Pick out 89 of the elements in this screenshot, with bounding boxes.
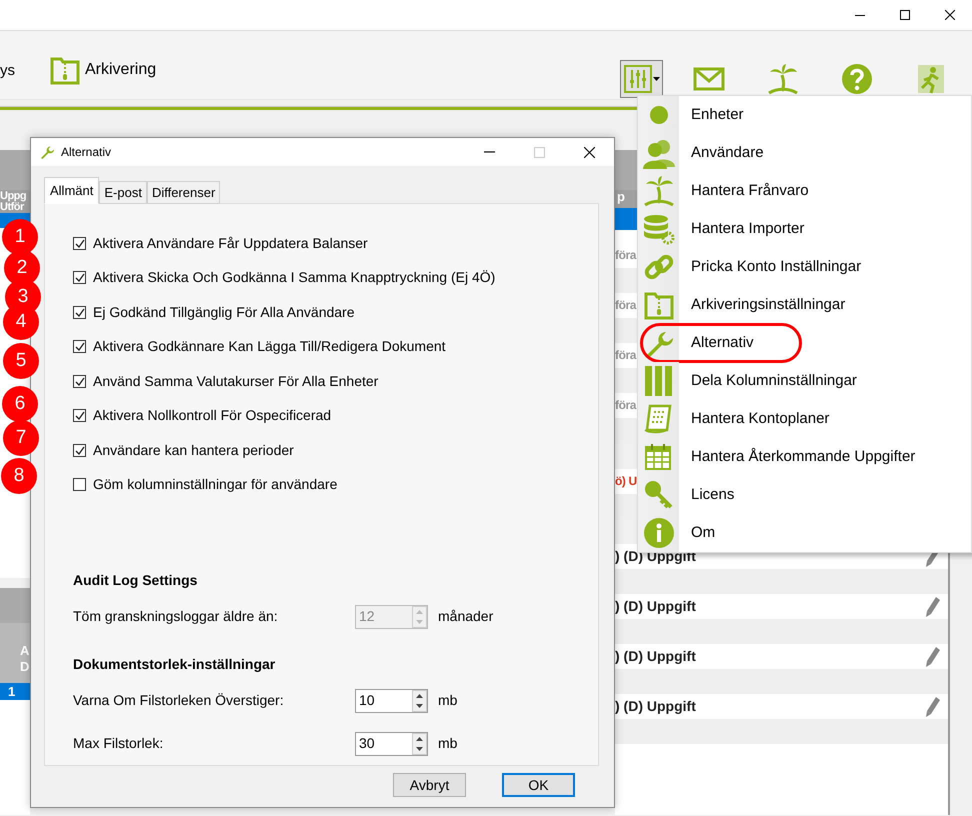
checkbox-label: Aktivera Användare Får Uppdatera Balanser: [93, 234, 368, 253]
field-label: Töm granskningsloggar äldre än:: [73, 607, 279, 626]
exit-icon: [915, 63, 947, 95]
dialog-button[interactable]: OK: [502, 773, 575, 797]
checkbox-label: Aktivera Skicka Och Godkänna I Samma Knapptryckning (Ej 4Ö): [93, 268, 496, 288]
spin-arrows-icon[interactable]: [412, 732, 427, 754]
checkbox[interactable]: [73, 374, 86, 388]
check-icon: [74, 376, 84, 386]
section-heading: Dokumentstorlek-inställningar: [73, 655, 276, 674]
checkbox-label: Använd Samma Valutakurser För Alla Enheter: [93, 372, 378, 391]
menu-item[interactable]: Hantera Importer: [638, 210, 971, 248]
palm-tree-icon: [642, 175, 674, 207]
menu-item[interactable]: Användare: [638, 134, 971, 172]
checkbox[interactable]: [73, 444, 86, 457]
document-list-icon: [642, 403, 674, 435]
info-icon: [642, 517, 674, 549]
table-cell-text: föra: [615, 347, 636, 364]
spin-arrows-icon[interactable]: [412, 690, 427, 712]
sliders-icon: [623, 64, 653, 94]
menu-item[interactable]: Hantera Frånvaro: [638, 172, 971, 210]
check-icon: [74, 446, 84, 455]
checkbox[interactable]: [73, 236, 86, 250]
settings-dropdown-button[interactable]: [620, 60, 663, 98]
check-icon: [74, 308, 84, 317]
columns-icon: [642, 365, 674, 397]
menu-item[interactable]: Arkiveringsinställningar: [638, 286, 971, 324]
unit-label: mb: [437, 734, 458, 753]
number-field[interactable]: 30: [355, 732, 428, 756]
edit-button[interactable]: [926, 644, 940, 669]
check-icon: [74, 342, 84, 352]
table-cell-text: ) (D) Uppgift: [615, 597, 696, 616]
panel-header: [0, 150, 30, 190]
caret-icon: [653, 77, 660, 81]
table-cell-text: föra: [615, 397, 636, 414]
menu-item[interactable]: Licens: [638, 476, 971, 514]
tab[interactable]: Differenser: [146, 180, 220, 204]
menu-item[interactable]: Alternativ: [638, 324, 971, 362]
field-label: Max Filstorlek:: [73, 734, 164, 753]
menu-item[interactable]: Hantera Kontoplaner: [638, 400, 971, 438]
checkbox[interactable]: [73, 271, 86, 284]
checkbox-label: Aktivera Godkännare Kan Lägga Till/Redigera Dokument: [93, 337, 446, 356]
pencil-icon: [926, 647, 940, 668]
table-cell-text: föra: [615, 247, 636, 264]
users-icon: [642, 137, 674, 169]
pencil-icon: [926, 697, 940, 718]
table-cell-text: ) (D) Uppgift: [615, 697, 696, 716]
dialog-button[interactable]: Avbryt: [393, 773, 466, 797]
toolbar-label[interactable]: ys: [0, 60, 15, 82]
check-icon: [74, 273, 84, 282]
edit-button[interactable]: [926, 694, 940, 719]
field-label: Varna Om Filstorleken Överstiger:: [73, 691, 285, 710]
table-cell[interactable]: 1: [0, 683, 30, 700]
table-cell-text: ö) U: [615, 473, 637, 490]
checkbox-label: Göm kolumninställningar för användare: [93, 475, 338, 494]
panel-header: [0, 588, 30, 623]
menu-item[interactable]: Pricka Konto Inställningar: [638, 248, 971, 286]
minimize-icon: [854, 14, 864, 16]
edit-button[interactable]: [926, 594, 940, 619]
unit-label: månader: [437, 607, 494, 626]
section-heading: Audit Log Settings: [73, 571, 198, 590]
menu-item[interactable]: Dela Kolumninställningar: [638, 362, 971, 400]
checkbox-label: Ej Godkänd Tillgänglig För Alla Användare: [93, 302, 354, 322]
table-cell-text: ) (D) Uppgift: [615, 647, 696, 666]
close-icon: [584, 146, 594, 158]
checkbox[interactable]: [73, 306, 86, 319]
tab[interactable]: E-post: [99, 180, 147, 204]
checkbox-label: Användare kan hantera perioder: [93, 440, 294, 460]
menu-item[interactable]: Hantera Återkommande Uppgifter: [638, 438, 971, 476]
key-icon: [642, 479, 674, 511]
checkbox[interactable]: [73, 340, 86, 354]
unit-label: mb: [437, 691, 458, 710]
wrench-icon: [39, 144, 55, 160]
checkbox[interactable]: [73, 478, 86, 492]
check-icon: [74, 411, 84, 420]
maximize-icon: [534, 146, 544, 158]
archive-button[interactable]: Arkivering: [39, 54, 166, 86]
close-icon: [944, 10, 954, 20]
maximize-icon: [900, 10, 910, 20]
database-gear-icon: [642, 213, 674, 245]
window-title: Alternativ: [61, 144, 112, 161]
check-icon: [74, 238, 84, 248]
palm-tree-icon: [767, 63, 799, 95]
pencil-icon: [926, 597, 940, 618]
tab[interactable]: Allmänt: [44, 176, 100, 204]
table-cell-text: föra: [615, 297, 636, 314]
checkbox-label: Aktivera Nollkontroll För Ospecificerad: [93, 406, 332, 426]
number-field[interactable]: 10: [355, 688, 428, 712]
menu-item[interactable]: Enheter: [638, 96, 971, 134]
checkbox[interactable]: [73, 409, 86, 422]
